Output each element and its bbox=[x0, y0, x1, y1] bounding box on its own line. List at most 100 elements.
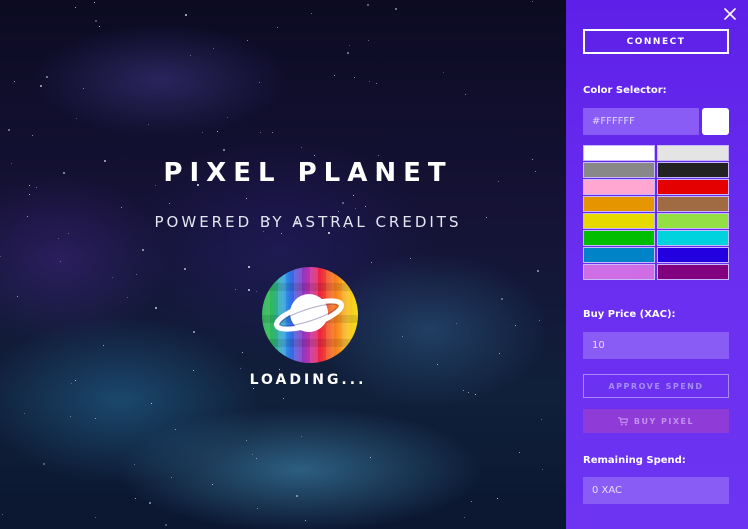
star bbox=[278, 369, 280, 370]
star bbox=[94, 19, 97, 22]
color-palette bbox=[583, 145, 729, 280]
star bbox=[24, 413, 26, 415]
star bbox=[354, 76, 356, 78]
star bbox=[133, 464, 135, 466]
palette-swatch[interactable] bbox=[657, 179, 729, 195]
star bbox=[538, 319, 540, 321]
connect-button[interactable]: CONNECT bbox=[583, 29, 729, 54]
star bbox=[240, 367, 242, 369]
palette-swatch[interactable] bbox=[583, 264, 655, 280]
star bbox=[95, 417, 97, 419]
palette-swatch[interactable] bbox=[583, 179, 655, 195]
star bbox=[171, 476, 172, 478]
star bbox=[185, 14, 188, 17]
palette-swatch[interactable] bbox=[657, 196, 729, 212]
star bbox=[394, 7, 397, 10]
buy-pixel-button[interactable]: BUY PIXEL bbox=[583, 409, 729, 433]
star bbox=[242, 352, 244, 353]
star bbox=[369, 80, 370, 82]
palette-swatch[interactable] bbox=[657, 247, 729, 263]
star bbox=[470, 500, 472, 502]
palette-swatch[interactable] bbox=[657, 264, 729, 280]
palette-swatch[interactable] bbox=[657, 145, 729, 161]
star bbox=[515, 325, 517, 327]
star bbox=[282, 398, 284, 400]
star bbox=[354, 208, 356, 210]
star bbox=[353, 194, 355, 196]
star bbox=[475, 394, 477, 396]
star bbox=[464, 516, 466, 518]
buy-price-input[interactable] bbox=[583, 332, 729, 359]
star bbox=[300, 436, 302, 438]
star bbox=[83, 87, 85, 89]
star bbox=[45, 75, 48, 78]
remaining-spend-label: Remaining Spend: bbox=[583, 455, 686, 466]
star bbox=[464, 93, 466, 95]
palette-swatch[interactable] bbox=[583, 145, 655, 161]
hex-color-input[interactable] bbox=[583, 108, 699, 135]
star bbox=[126, 296, 128, 298]
star bbox=[147, 124, 149, 126]
palette-swatch[interactable] bbox=[657, 213, 729, 229]
star bbox=[217, 131, 219, 133]
star bbox=[368, 40, 370, 42]
buy-price-label: Buy Price (XAC): bbox=[583, 309, 676, 320]
palette-swatch[interactable] bbox=[583, 196, 655, 212]
star bbox=[252, 387, 254, 389]
star bbox=[74, 6, 76, 8]
star bbox=[248, 288, 251, 291]
star bbox=[7, 128, 10, 131]
palette-swatch[interactable] bbox=[583, 247, 655, 263]
star bbox=[201, 131, 203, 133]
star bbox=[314, 155, 316, 157]
star bbox=[154, 307, 157, 310]
palette-swatch[interactable] bbox=[583, 213, 655, 229]
star bbox=[365, 205, 367, 207]
star bbox=[76, 117, 78, 119]
approve-spend-button[interactable]: APPROVE SPEND bbox=[583, 374, 729, 398]
star bbox=[456, 322, 458, 324]
star bbox=[256, 507, 258, 509]
planet-logo-icon bbox=[262, 267, 358, 363]
app-subtitle: POWERED BY ASTRAL CREDITS bbox=[154, 213, 462, 231]
star bbox=[164, 524, 167, 527]
star bbox=[245, 440, 247, 442]
star bbox=[532, 1, 533, 2]
star bbox=[333, 75, 335, 77]
star bbox=[16, 296, 18, 297]
cart-icon bbox=[617, 416, 628, 425]
star bbox=[112, 277, 114, 278]
palette-swatch[interactable] bbox=[583, 230, 655, 246]
side-panel: CONNECT Color Selector: Buy Price (XAC):… bbox=[566, 0, 748, 529]
buy-pixel-label: BUY PIXEL bbox=[633, 416, 695, 426]
star bbox=[341, 201, 344, 204]
star bbox=[151, 402, 153, 404]
star bbox=[500, 298, 503, 301]
star bbox=[190, 55, 192, 56]
star bbox=[376, 82, 378, 84]
star bbox=[212, 47, 214, 49]
loading-text: LOADING... bbox=[249, 372, 367, 388]
palette-swatch[interactable] bbox=[583, 162, 655, 178]
remaining-spend-field: 0 XAC bbox=[583, 477, 729, 504]
selected-color-swatch[interactable] bbox=[702, 108, 729, 135]
star bbox=[120, 206, 122, 208]
star bbox=[498, 352, 500, 354]
star bbox=[462, 390, 464, 392]
star bbox=[337, 210, 339, 212]
palette-swatch[interactable] bbox=[657, 230, 729, 246]
star bbox=[295, 495, 298, 498]
star bbox=[222, 149, 225, 151]
star bbox=[135, 274, 137, 275]
star bbox=[370, 261, 372, 263]
star bbox=[95, 517, 97, 519]
star bbox=[259, 82, 261, 84]
star bbox=[377, 155, 379, 157]
star bbox=[369, 456, 371, 458]
close-icon[interactable] bbox=[722, 6, 738, 22]
star bbox=[39, 84, 42, 87]
star bbox=[328, 231, 330, 234]
star bbox=[246, 39, 248, 41]
palette-swatch[interactable] bbox=[657, 162, 729, 178]
star bbox=[149, 502, 152, 505]
